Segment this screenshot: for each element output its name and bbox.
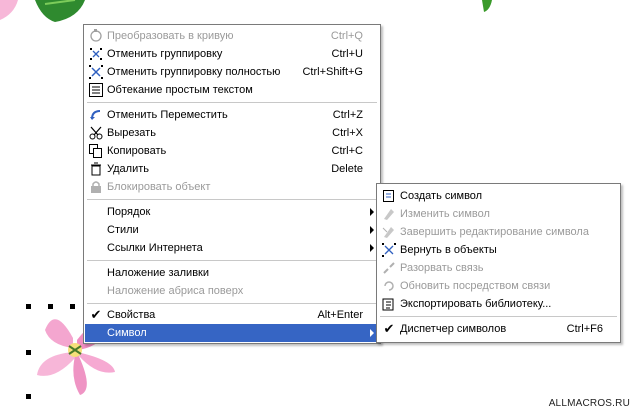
scissors-icon xyxy=(89,126,103,140)
menu-item-convert-to-curves[interactable]: Преобразовать в кривую Ctrl+Q xyxy=(85,27,379,45)
menu-item-text-wrap[interactable]: Обтекание простым текстом xyxy=(85,81,379,99)
selection-handle[interactable] xyxy=(48,304,53,309)
lock-icon xyxy=(89,180,103,194)
selection-handle[interactable] xyxy=(70,304,75,309)
menu-item-copy[interactable]: Копировать Ctrl+C xyxy=(85,142,379,160)
menu-item-delete[interactable]: Удалить Delete xyxy=(85,160,379,178)
create-symbol-icon xyxy=(382,189,396,203)
menu-item-undo-move[interactable]: Отменить Переместить Ctrl+Z xyxy=(85,106,379,124)
submenu-item-export-library[interactable]: Экспортировать библиотеку... xyxy=(378,295,619,313)
menu-separator xyxy=(380,316,617,318)
submenu-item-revert-to-objects[interactable]: Вернуть в объекты xyxy=(378,241,619,259)
watermark-text: ALLMACROS.RU xyxy=(548,398,630,409)
menu-item-styles[interactable]: Стили xyxy=(85,221,379,239)
menu-item-cut[interactable]: Вырезать Ctrl+X xyxy=(85,124,379,142)
submenu-item-update-via-link[interactable]: Обновить посредством связи xyxy=(378,277,619,295)
edit-symbol-icon xyxy=(382,207,396,221)
submenu-arrow-icon xyxy=(370,329,374,337)
menu-separator xyxy=(87,102,377,104)
convert-curve-icon xyxy=(89,29,103,43)
menu-item-lock-object[interactable]: Блокировать объект xyxy=(85,178,379,196)
menu-separator xyxy=(87,199,377,201)
menu-item-ungroup[interactable]: Отменить группировку Ctrl+U xyxy=(85,45,379,63)
submenu-arrow-icon xyxy=(370,244,374,252)
menu-item-overprint-outline[interactable]: Наложение абриса поверх xyxy=(85,282,379,300)
finish-edit-icon xyxy=(382,225,396,239)
menu-item-properties[interactable]: ✔ Свойства Alt+Enter xyxy=(85,306,379,324)
flower-decoration-top-left xyxy=(0,0,85,22)
menu-item-order[interactable]: Порядок xyxy=(85,203,379,221)
menu-item-internet-links[interactable]: Ссылки Интернета xyxy=(85,239,379,257)
menu-item-ungroup-all[interactable]: Отменить группировку полностью Ctrl+Shif… xyxy=(85,63,379,81)
selection-handle[interactable] xyxy=(26,394,31,399)
checkmark-icon: ✔ xyxy=(383,321,395,336)
trash-icon xyxy=(89,162,103,176)
export-library-icon xyxy=(382,297,396,311)
submenu-arrow-icon xyxy=(370,226,374,234)
menu-item-overprint-fill[interactable]: Наложение заливки xyxy=(85,264,379,282)
revert-objects-icon xyxy=(382,243,396,257)
leaf-decoration-top-right xyxy=(482,0,492,12)
selection-handle[interactable] xyxy=(26,304,31,309)
checkmark-icon: ✔ xyxy=(90,307,102,322)
submenu-item-edit-symbol[interactable]: Изменить символ xyxy=(378,205,619,223)
menu-item-symbol[interactable]: Символ xyxy=(85,324,379,342)
submenu-item-symbol-manager[interactable]: ✔ Диспетчер символов Ctrl+F6 xyxy=(378,320,619,338)
menu-separator xyxy=(87,260,377,262)
context-menu: Преобразовать в кривую Ctrl+Q Отменить г… xyxy=(83,24,381,344)
update-link-icon xyxy=(382,279,396,293)
submenu-item-create-symbol[interactable]: Создать символ xyxy=(378,187,619,205)
break-link-icon xyxy=(382,261,396,275)
ungroup-icon xyxy=(89,47,103,61)
undo-icon xyxy=(89,108,103,122)
ungroup-all-icon xyxy=(89,65,103,79)
text-wrap-icon xyxy=(89,83,103,97)
copy-icon xyxy=(89,144,103,158)
submenu-arrow-icon xyxy=(370,208,374,216)
symbol-submenu: Создать символ Изменить символ Завершить… xyxy=(376,183,621,343)
submenu-item-finish-editing[interactable]: Завершить редактирование символа xyxy=(378,223,619,241)
menu-separator xyxy=(87,303,377,305)
selection-handle[interactable] xyxy=(26,350,31,355)
submenu-item-break-link[interactable]: Разорвать связь xyxy=(378,259,619,277)
